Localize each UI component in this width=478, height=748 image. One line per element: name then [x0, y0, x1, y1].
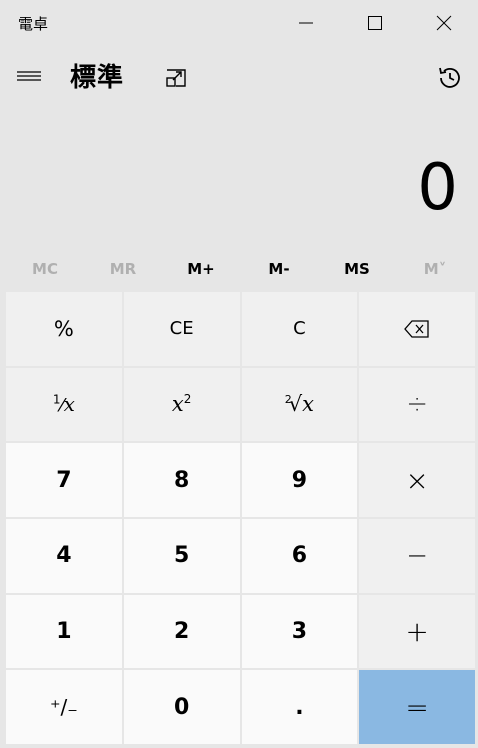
- square-button[interactable]: x2: [123, 367, 240, 442]
- reciprocal-button[interactable]: 1⁄x: [6, 367, 122, 442]
- clear-label: C: [293, 318, 306, 340]
- square-root-radical: √: [288, 392, 303, 417]
- eight-button[interactable]: 8: [123, 443, 240, 517]
- add-button[interactable]: +: [359, 594, 475, 669]
- nine-label: 9: [291, 467, 308, 493]
- reciprocal-denominator: x: [63, 392, 75, 417]
- minimize-icon: [299, 22, 313, 24]
- clear-button[interactable]: C: [241, 292, 358, 366]
- equals-label: =: [405, 690, 429, 724]
- multiply-button[interactable]: ×: [359, 443, 475, 517]
- three-button[interactable]: 3: [241, 594, 358, 669]
- memory-recall-button[interactable]: MR: [84, 252, 162, 286]
- four-button[interactable]: 4: [6, 518, 122, 593]
- six-button[interactable]: 6: [241, 518, 358, 593]
- square-base: x: [171, 392, 184, 417]
- three-label: 3: [291, 618, 308, 644]
- two-label: 2: [173, 618, 190, 644]
- square-root-button[interactable]: 2√x: [241, 367, 358, 442]
- memory-row: MC MR M+ M- MS M˅: [6, 252, 474, 286]
- decimal-button[interactable]: .: [241, 670, 358, 744]
- percent-button[interactable]: %: [6, 292, 122, 366]
- seven-label: 7: [56, 467, 72, 493]
- one-button[interactable]: 1: [6, 594, 122, 669]
- memory-list-button[interactable]: M˅: [396, 252, 474, 286]
- divide-label: ÷: [406, 389, 429, 420]
- five-label: 5: [173, 543, 190, 569]
- minimize-button[interactable]: [272, 0, 340, 46]
- hamburger-icon: [17, 71, 41, 81]
- clear-entry-button[interactable]: CE: [123, 292, 240, 366]
- nine-button[interactable]: 9: [241, 443, 358, 517]
- app-title: 電卓: [18, 15, 49, 33]
- close-icon: [436, 15, 452, 31]
- square-exponent: 2: [183, 392, 192, 407]
- negate-button[interactable]: ⁺/₋: [6, 670, 122, 744]
- square-root-arg: x: [302, 392, 314, 417]
- divide-button[interactable]: ÷: [359, 367, 475, 442]
- subtract-label: −: [406, 540, 429, 571]
- backspace-icon: [404, 320, 429, 338]
- maximize-button[interactable]: [341, 0, 409, 46]
- memory-add-button[interactable]: M+: [162, 252, 240, 286]
- eight-label: 8: [173, 467, 190, 493]
- reciprocal-numerator: 1: [52, 392, 61, 407]
- keypad: % CE C 1⁄x x2 2√x ÷ 7 8 9 × 4 5 6 − 1 2 …: [6, 292, 475, 744]
- equals-button[interactable]: =: [359, 670, 475, 744]
- four-label: 4: [56, 543, 72, 569]
- zero-label: 0: [173, 694, 190, 720]
- backspace-button[interactable]: [359, 292, 475, 366]
- keep-on-top-button[interactable]: [156, 58, 196, 98]
- square-label: x2: [172, 392, 191, 416]
- header: 標準: [0, 52, 478, 102]
- subtract-button[interactable]: −: [359, 518, 475, 593]
- maximize-icon: [368, 16, 382, 30]
- history-button[interactable]: [430, 58, 470, 98]
- memory-subtract-button[interactable]: M-: [240, 252, 318, 286]
- close-button[interactable]: [410, 0, 478, 46]
- reciprocal-label: 1⁄x: [53, 392, 75, 416]
- negate-label: ⁺/₋: [49, 695, 78, 720]
- navigation-menu-button[interactable]: [10, 56, 48, 96]
- result-display: 0: [417, 151, 458, 225]
- seven-button[interactable]: 7: [6, 443, 122, 517]
- history-icon: [439, 67, 460, 88]
- memory-store-button[interactable]: MS: [318, 252, 396, 286]
- title-bar: 電卓: [0, 0, 478, 46]
- zero-button[interactable]: 0: [123, 670, 240, 744]
- keep-on-top-icon: [166, 69, 186, 87]
- square-root-label: 2√x: [285, 392, 314, 416]
- one-label: 1: [56, 618, 72, 644]
- percent-label: %: [53, 316, 74, 341]
- two-button[interactable]: 2: [123, 594, 240, 669]
- clear-entry-label: CE: [169, 318, 194, 340]
- mode-title: 標準: [70, 63, 125, 93]
- five-button[interactable]: 5: [123, 518, 240, 593]
- decimal-label: .: [295, 694, 304, 720]
- multiply-label: ×: [405, 463, 429, 497]
- add-label: +: [405, 614, 429, 648]
- six-label: 6: [291, 543, 308, 569]
- memory-clear-button[interactable]: MC: [6, 252, 84, 286]
